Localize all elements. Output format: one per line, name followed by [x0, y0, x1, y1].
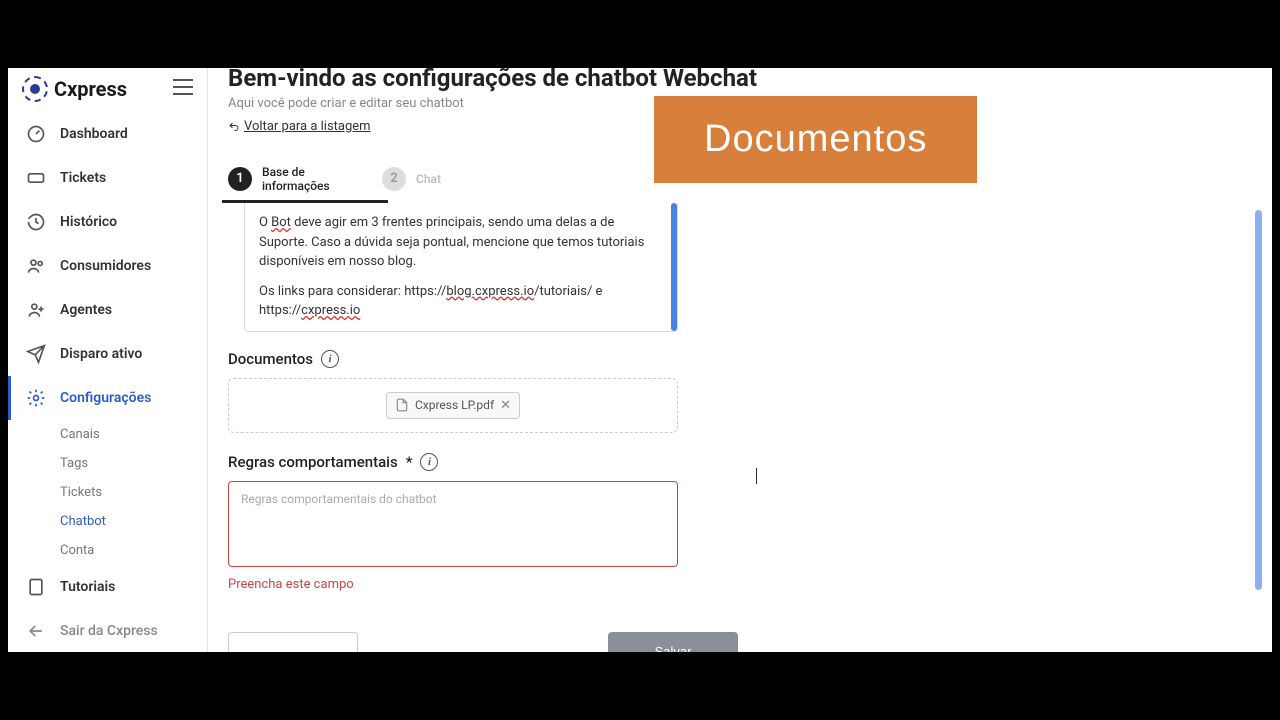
step-2[interactable]: 2 Chat: [382, 167, 441, 199]
sidebar-item-agentes[interactable]: Agentes: [8, 288, 207, 332]
nav-label: Tickets: [60, 170, 106, 186]
book-icon: [26, 577, 46, 597]
subnav-canais[interactable]: Canais: [60, 420, 207, 449]
documentos-label: Documentos i: [228, 350, 1252, 368]
sidebar-item-historico[interactable]: Histórico: [8, 200, 207, 244]
regras-label: Regras comportamentais* i: [228, 453, 1252, 471]
users-icon: [26, 256, 46, 276]
subnav-chatbot[interactable]: Chatbot: [60, 507, 207, 536]
sidebar-item-disparo[interactable]: Disparo ativo: [8, 332, 207, 376]
undo-icon: [228, 121, 240, 133]
context-paragraph-2: Os links para considerar: https://blog.c…: [259, 282, 663, 321]
step-1-label: Base de informações: [262, 165, 352, 194]
step-2-number: 2: [382, 167, 406, 191]
file-chip: Cxpress LP.pdf ✕: [386, 392, 520, 419]
file-dropzone[interactable]: Cxpress LP.pdf ✕: [228, 378, 678, 433]
context-scrollbar[interactable]: [671, 203, 677, 331]
sidebar-item-tickets[interactable]: Tickets: [8, 156, 207, 200]
rules-textarea[interactable]: [228, 481, 678, 567]
sidebar-item-dashboard[interactable]: Dashboard: [8, 112, 207, 156]
info-icon[interactable]: i: [420, 453, 438, 471]
form-area: O Bot deve agir em 3 frentes principais,…: [228, 203, 1252, 652]
nav-label: Tutoriais: [60, 579, 115, 595]
back-button[interactable]: Voltar: [228, 632, 358, 652]
remove-file-icon[interactable]: ✕: [500, 398, 511, 413]
context-textarea[interactable]: O Bot deve agir em 3 frentes principais,…: [244, 203, 678, 332]
rules-error: Preencha este campo: [228, 577, 1252, 592]
page-title: Bem-vindo as configurações de chatbot We…: [228, 68, 1252, 92]
agent-icon: [26, 300, 46, 320]
brand-name: Cxpress: [54, 77, 127, 101]
gear-icon: [26, 388, 46, 408]
main-content: Bem-vindo as configurações de chatbot We…: [208, 68, 1272, 652]
app-viewport: Cxpress Dashboard Tickets Histórico Cons…: [8, 68, 1272, 652]
nav-label: Consumidores: [60, 258, 151, 274]
context-paragraph-1: O Bot deve agir em 3 frentes principais,…: [259, 213, 663, 272]
file-icon: [395, 398, 409, 412]
config-subnav: Canais Tags Tickets Chatbot Conta: [8, 420, 207, 565]
file-name: Cxpress LP.pdf: [415, 398, 494, 412]
back-link-label: Voltar para a listagem: [244, 119, 371, 134]
primary-nav: Dashboard Tickets Histórico Consumidores…: [8, 112, 207, 652]
subnav-conta[interactable]: Conta: [60, 536, 207, 565]
nav-label: Agentes: [60, 302, 112, 318]
save-chatbot-button[interactable]: Salvar chatbot: [608, 632, 738, 652]
gauge-icon: [26, 124, 46, 144]
subnav-tickets[interactable]: Tickets: [60, 478, 207, 507]
nav-label: Configurações: [60, 390, 151, 406]
main-scrollbar[interactable]: [1255, 210, 1262, 590]
brand-logo: Cxpress: [22, 76, 127, 102]
step-1[interactable]: 1 Base de informações: [228, 165, 352, 202]
arrow-left-icon: [26, 621, 46, 641]
hamburger-icon[interactable]: [173, 79, 193, 99]
nav-label: Sair da Cxpress: [60, 623, 158, 639]
text-cursor-icon: [756, 468, 757, 484]
nav-label: Dashboard: [60, 126, 128, 142]
overlay-banner: Documentos: [654, 96, 977, 183]
send-icon: [26, 344, 46, 364]
info-icon[interactable]: i: [321, 350, 339, 368]
step-1-number: 1: [228, 167, 252, 191]
nav-label: Disparo ativo: [60, 346, 142, 362]
sidebar-item-tutoriais[interactable]: Tutoriais: [8, 565, 207, 609]
ticket-icon: [26, 168, 46, 188]
sidebar-item-logout[interactable]: Sair da Cxpress: [8, 609, 207, 652]
subnav-tags[interactable]: Tags: [60, 449, 207, 478]
button-row: Voltar Salvar chatbot: [228, 632, 1252, 652]
sidebar-item-consumidores[interactable]: Consumidores: [8, 244, 207, 288]
logo-row: Cxpress: [8, 72, 207, 112]
nav-label: Histórico: [60, 214, 117, 230]
back-to-list-link[interactable]: Voltar para a listagem: [228, 119, 371, 134]
step-2-label: Chat: [416, 172, 441, 186]
sidebar: Cxpress Dashboard Tickets Histórico Cons…: [8, 68, 208, 652]
history-icon: [26, 212, 46, 232]
sidebar-item-configuracoes[interactable]: Configurações: [8, 376, 207, 420]
logo-mark-icon: [22, 76, 48, 102]
